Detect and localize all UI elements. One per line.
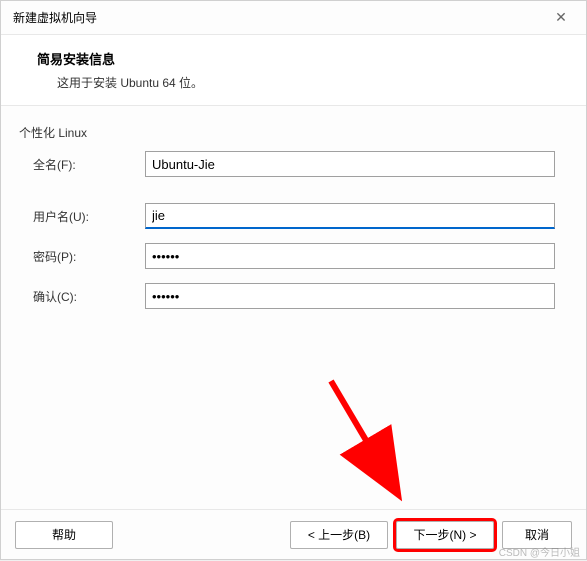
username-label: 用户名(U): xyxy=(33,208,145,225)
window-title: 新建虚拟机向导 xyxy=(13,9,97,26)
username-input[interactable] xyxy=(145,203,555,229)
back-button[interactable]: < 上一步(B) xyxy=(290,521,388,549)
help-button[interactable]: 帮助 xyxy=(15,521,113,549)
wizard-dialog: 新建虚拟机向导 ✕ 简易安装信息 这用于安装 Ubuntu 64 位。 个性化 … xyxy=(0,0,587,560)
section-label: 个性化 Linux xyxy=(19,124,562,141)
row-confirm: 确认(C): xyxy=(19,283,562,309)
close-icon: ✕ xyxy=(555,9,567,26)
close-button[interactable]: ✕ xyxy=(546,6,576,30)
password-input[interactable] xyxy=(145,243,555,269)
password-label: 密码(P): xyxy=(33,248,145,265)
fullname-label: 全名(F): xyxy=(33,156,145,173)
next-button[interactable]: 下一步(N) > xyxy=(396,521,494,549)
header-subtitle: 这用于安装 Ubuntu 64 位。 xyxy=(37,74,568,91)
wizard-header: 简易安装信息 这用于安装 Ubuntu 64 位。 xyxy=(1,35,586,106)
header-title: 简易安装信息 xyxy=(37,49,568,68)
confirm-input[interactable] xyxy=(145,283,555,309)
titlebar: 新建虚拟机向导 ✕ xyxy=(1,1,586,35)
cancel-button[interactable]: 取消 xyxy=(502,521,572,549)
row-password: 密码(P): xyxy=(19,243,562,269)
fullname-input[interactable] xyxy=(145,151,555,177)
row-fullname: 全名(F): xyxy=(19,151,562,177)
wizard-body: 个性化 Linux 全名(F): 用户名(U): 密码(P): 确认(C): xyxy=(1,106,586,509)
confirm-label: 确认(C): xyxy=(33,288,145,305)
wizard-footer: 帮助 < 上一步(B) 下一步(N) > 取消 xyxy=(1,509,586,559)
row-username: 用户名(U): xyxy=(19,203,562,229)
